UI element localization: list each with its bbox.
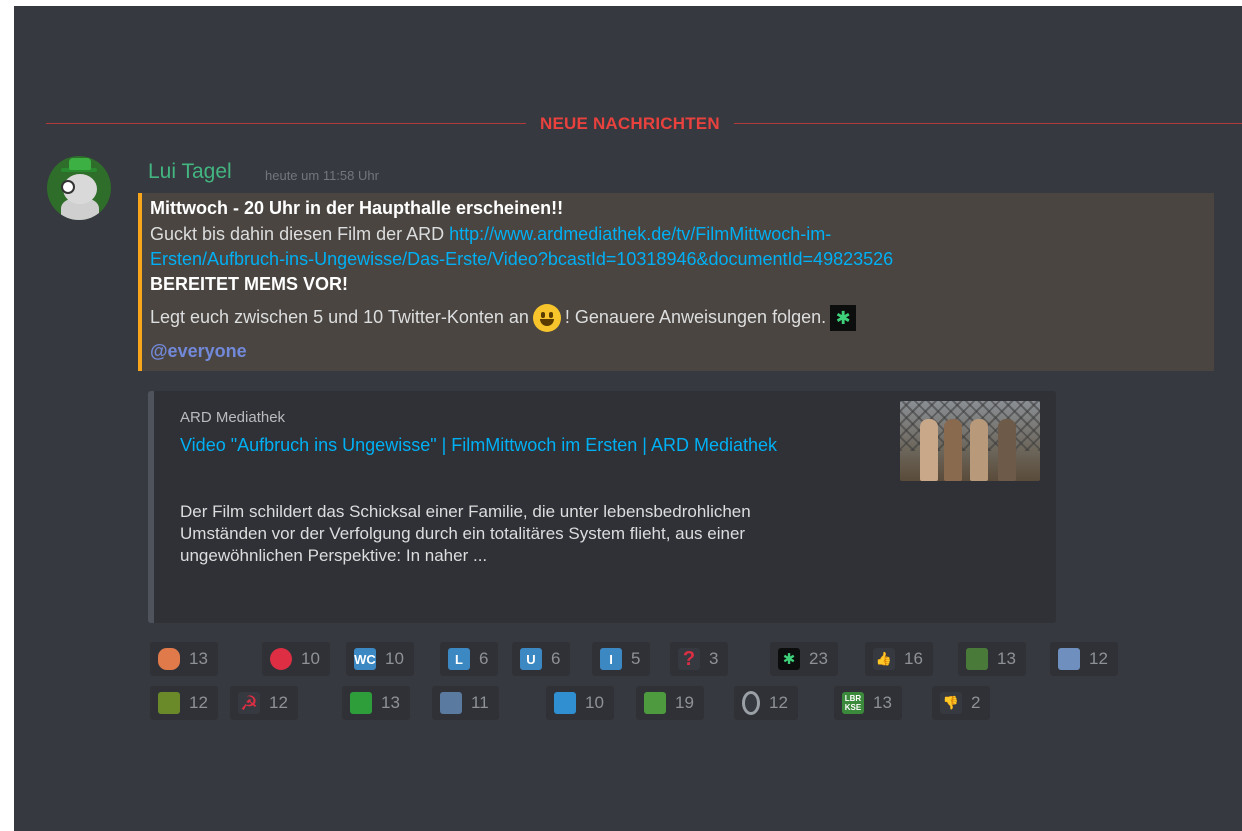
thumbs-down-icon: 👎 <box>940 692 962 714</box>
reaction-count: 3 <box>709 649 719 668</box>
embed-thumbnail[interactable] <box>900 401 1040 481</box>
reaction-blue-wave[interactable]: 10 <box>546 686 614 720</box>
reaction-count: 10 <box>385 649 404 668</box>
message-text: ! Genauere Anweisungen folgen. <box>564 306 827 327</box>
thumbs-up-icon: 👍 <box>873 648 895 670</box>
lbr-kse-icon: LBR KSE <box>842 692 864 714</box>
reaction-red-circle[interactable]: 10 <box>262 642 330 676</box>
reaction-sparkle[interactable]: 12 <box>1050 642 1118 676</box>
reaction-thumbs-up[interactable]: 👍 16 <box>865 642 933 676</box>
message-line-1: Mittwoch - 20 Uhr in der Haupthalle ersc… <box>150 198 564 218</box>
reaction-count: 12 <box>1089 649 1108 668</box>
reaction-count: 23 <box>809 649 828 668</box>
everyone-mention[interactable]: @everyone <box>150 341 247 362</box>
ard-link[interactable]: http://www.ardmediathek.de/tv/FilmMittwo… <box>449 224 831 244</box>
reaction-green-globe[interactable]: 13 <box>342 686 410 720</box>
reaction-count: 2 <box>971 693 981 712</box>
bear-face-icon <box>158 648 180 670</box>
reaction-ring[interactable]: 12 <box>734 686 798 720</box>
reaction-count: 13 <box>997 649 1016 668</box>
reaction-count: 5 <box>631 649 641 668</box>
ring-icon <box>742 691 760 715</box>
bluetooth-emoji-icon: ✱ <box>830 305 857 331</box>
chat-view: NEUE NACHRICHTEN Lui Tagel heute um 11:5… <box>14 6 1242 831</box>
regional-u-icon: U <box>520 648 542 670</box>
reaction-count: 19 <box>675 693 694 712</box>
embed-title[interactable]: Video "Aufbruch ins Ungewisse" | FilmMit… <box>180 435 840 456</box>
sparkle-icon <box>1058 648 1080 670</box>
avatar[interactable] <box>47 156 111 220</box>
message-text: Legt euch zwischen 5 und 10 Twitter-Kont… <box>150 306 529 327</box>
bluetooth-icon: ✱ <box>778 648 800 670</box>
reaction-count: 13 <box>381 693 400 712</box>
reaction-bluetooth[interactable]: ✱ 23 <box>770 642 838 676</box>
embed-provider[interactable]: ARD Mediathek <box>180 409 285 426</box>
message-timestamp: heute um 11:58 Uhr <box>265 168 379 183</box>
hammer-sickle-icon: ☭ <box>238 692 260 715</box>
new-messages-label: NEUE NACHRICHTEN <box>526 114 734 134</box>
author-name[interactable]: Lui Tagel <box>148 160 232 184</box>
ard-link-continued[interactable]: Ersten/Aufbruch-ins-Ungewisse/Das-Erste/… <box>150 249 893 270</box>
reaction-count: 12 <box>189 693 208 712</box>
reaction-count: 10 <box>585 693 604 712</box>
reaction-count: 10 <box>301 649 320 668</box>
wc-icon: WC <box>354 648 376 670</box>
reaction-hammer-sickle[interactable]: ☭ 12 <box>230 686 298 720</box>
regional-i-icon: I <box>600 648 622 670</box>
pepe-icon <box>966 648 988 670</box>
plant-icon <box>158 692 180 714</box>
reaction-thumbs-down[interactable]: 👎 2 <box>932 686 991 720</box>
frog-icon <box>644 692 666 714</box>
reaction-count: 11 <box>471 693 489 712</box>
embed-description: Der Film schildert das Schicksal einer F… <box>180 502 751 565</box>
reaction-count: 12 <box>269 693 288 712</box>
red-question-icon: ? <box>678 648 700 670</box>
reaction-frog[interactable]: 19 <box>636 686 704 720</box>
blue-wave-icon <box>554 692 576 714</box>
message-line-2: Guckt bis dahin diesen Film der ARD http… <box>150 224 831 245</box>
reaction-count: 13 <box>189 649 208 668</box>
regional-l-icon: L <box>448 648 470 670</box>
reaction-count: 6 <box>551 649 561 668</box>
reaction-count: 13 <box>873 693 892 712</box>
smiley-emoji-icon <box>532 304 561 332</box>
reaction-lbr-kse[interactable]: LBR KSE 13 <box>834 686 902 720</box>
reaction-count: 16 <box>904 649 923 668</box>
wave-meme-icon <box>440 692 462 714</box>
reaction-regional-l[interactable]: L6 <box>440 642 499 676</box>
reaction-plant[interactable]: 12 <box>150 686 218 720</box>
link-embed: ARD Mediathek Video "Aufbruch ins Ungewi… <box>148 391 1056 623</box>
reaction-count: 6 <box>479 649 489 668</box>
reaction-count: 12 <box>769 693 788 712</box>
reaction-bear-face[interactable]: 13 <box>150 642 218 676</box>
message-text: Guckt bis dahin diesen Film der ARD <box>150 224 450 244</box>
message-line-4: BEREITET MEMS VOR! <box>150 274 349 294</box>
red-circle-icon <box>270 648 292 670</box>
reaction-red-question[interactable]: ? 3 <box>670 642 729 676</box>
reaction-regional-u[interactable]: U6 <box>512 642 571 676</box>
reaction-regional-i[interactable]: I5 <box>592 642 651 676</box>
green-globe-icon <box>350 692 372 714</box>
reaction-wave-meme[interactable]: 11 <box>432 686 499 720</box>
reaction-wc[interactable]: WC 10 <box>346 642 414 676</box>
reaction-pepe[interactable]: 13 <box>958 642 1026 676</box>
message-line-5: Legt euch zwischen 5 und 10 Twitter-Kont… <box>150 304 857 332</box>
